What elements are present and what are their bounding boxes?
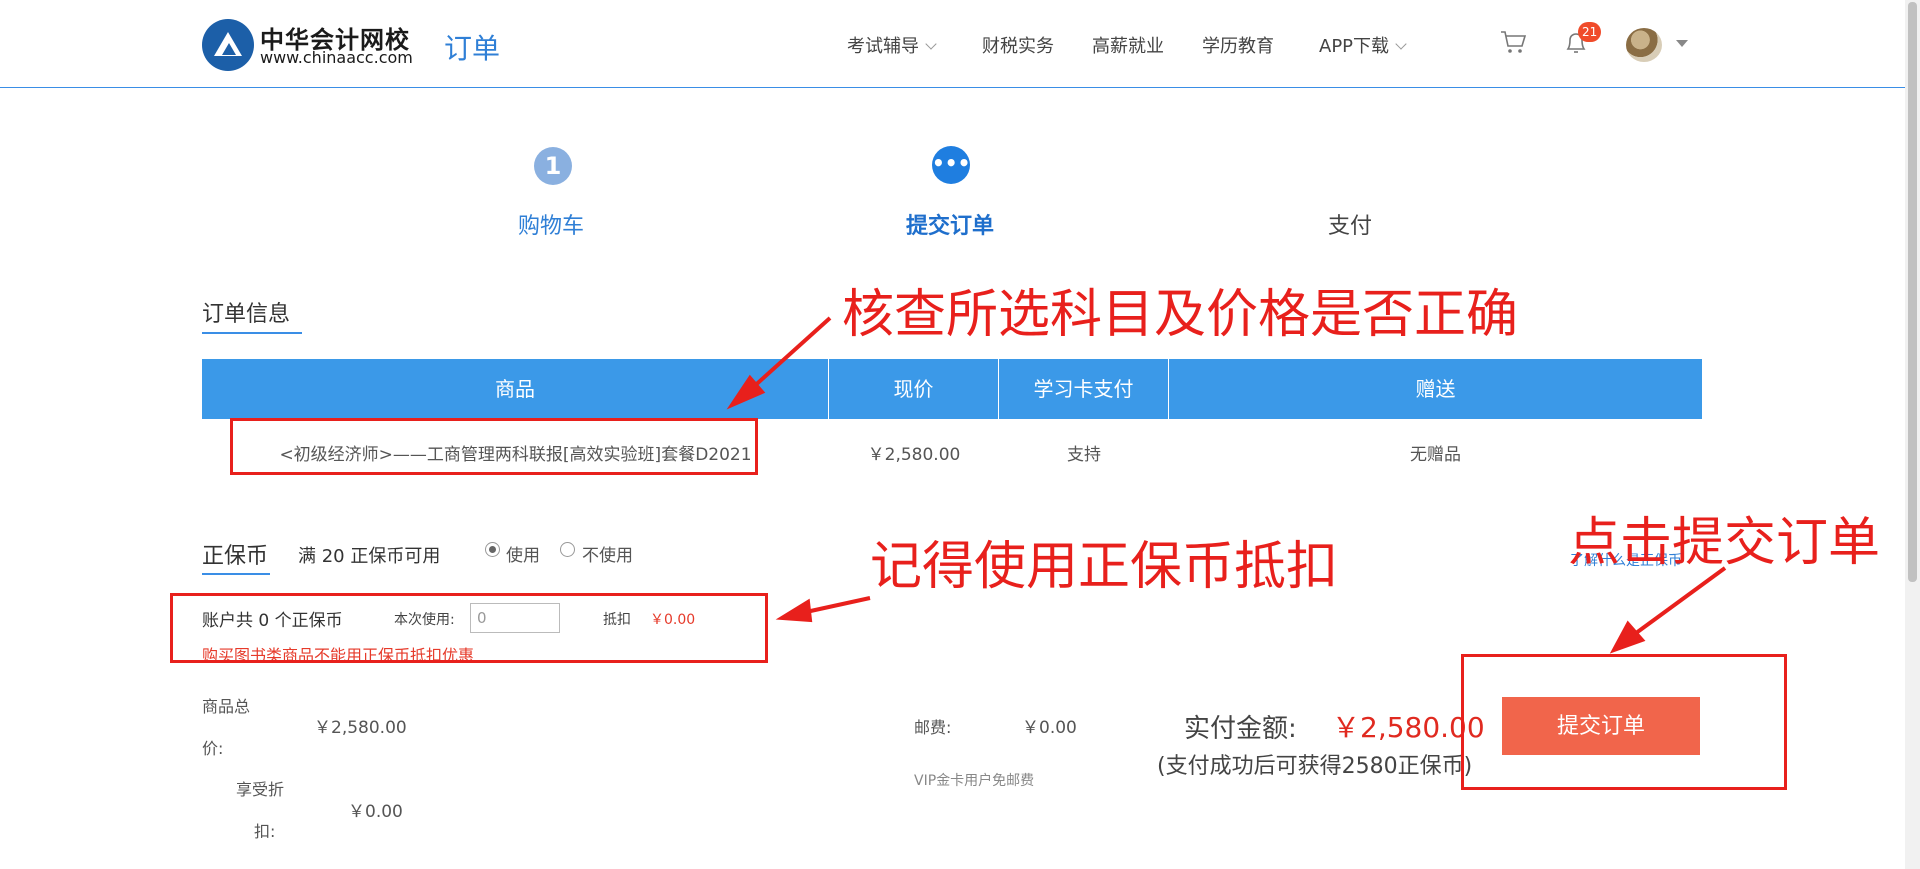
arrow-to-coins xyxy=(805,596,871,614)
arrow-head-icon xyxy=(775,598,813,623)
arrow-head-icon xyxy=(1609,620,1646,654)
arrow-to-submit xyxy=(1630,566,1727,638)
arrow-to-product xyxy=(748,316,832,392)
annotation-arrows xyxy=(726,316,1727,654)
